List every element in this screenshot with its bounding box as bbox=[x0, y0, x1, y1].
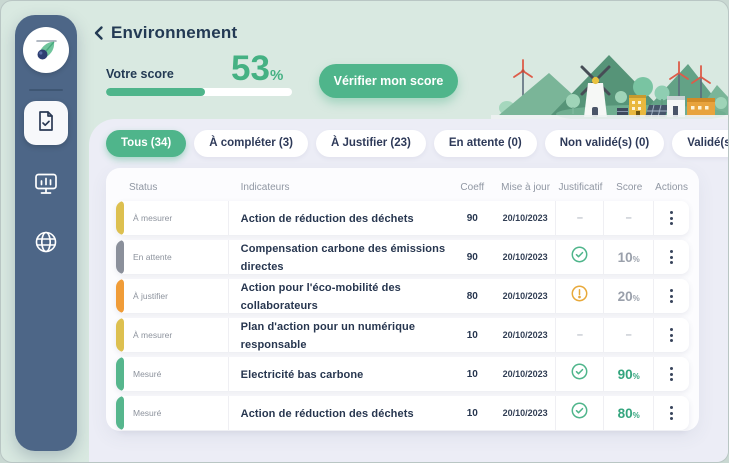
tab-a-justifier[interactable]: À Justifier (23) bbox=[315, 130, 426, 157]
logo-comet-icon bbox=[23, 27, 69, 73]
sidebar bbox=[15, 15, 77, 451]
column-header-score: Score bbox=[616, 182, 643, 193]
sidebar-item-web[interactable] bbox=[24, 227, 68, 261]
score-empty: – bbox=[625, 329, 632, 341]
score-value: 20% bbox=[617, 288, 640, 304]
globe-icon bbox=[33, 229, 59, 260]
status-accent-bar bbox=[116, 357, 124, 391]
app-window: Environnement Votre score 53% Vérifier m… bbox=[0, 0, 729, 463]
tab-non-valides[interactable]: Non validé(s) (0) bbox=[544, 130, 665, 157]
status-accent-bar bbox=[116, 318, 124, 352]
column-header-status: Status bbox=[129, 182, 158, 193]
kebab-menu-icon[interactable] bbox=[664, 246, 679, 268]
status-badge: En attente bbox=[133, 252, 172, 262]
indicator-label: Action pour l'éco-mobilité des collabora… bbox=[240, 282, 401, 312]
tab-en-attente[interactable]: En attente (0) bbox=[433, 130, 537, 157]
document-check-icon bbox=[34, 109, 58, 138]
updated-date: 20/10/2023 bbox=[502, 291, 548, 301]
indicator-label: Action de réduction des déchets bbox=[240, 408, 414, 420]
warning-circle-icon bbox=[571, 285, 588, 307]
table-row: À mesurer Action de réduction des déchet… bbox=[116, 201, 689, 235]
kebab-menu-icon[interactable] bbox=[664, 324, 679, 346]
back-button[interactable] bbox=[91, 25, 109, 43]
kebab-menu-icon[interactable] bbox=[664, 285, 679, 307]
column-header-justificatif: Justificatif bbox=[558, 182, 603, 193]
table-row: Mesuré Electricité bas carbone 10 20/10/… bbox=[116, 357, 689, 391]
indicators-table: Status Indicateurs Coeff Mise à jour Jus… bbox=[106, 168, 699, 431]
status-badge: À mesurer bbox=[133, 330, 173, 340]
status-accent-bar bbox=[116, 396, 124, 430]
coeff-value: 90 bbox=[466, 251, 478, 263]
updated-date: 20/10/2023 bbox=[502, 213, 548, 223]
score-value: 10% bbox=[617, 249, 640, 265]
status-accent-bar bbox=[116, 201, 124, 235]
indicator-label: Plan d'action pour un numérique responsa… bbox=[240, 321, 416, 351]
kebab-menu-icon[interactable] bbox=[664, 207, 679, 229]
table-row: À justifier Action pour l'éco-mobilité d… bbox=[116, 279, 689, 313]
table-row: À mesurer Plan d'action pour un numériqu… bbox=[116, 318, 689, 352]
check-circle-icon bbox=[571, 363, 588, 385]
table-rows: À mesurer Action de réduction des déchet… bbox=[106, 201, 699, 430]
indicator-label: Electricité bas carbone bbox=[240, 369, 364, 381]
column-header-coeff: Coeff bbox=[460, 182, 485, 193]
chevron-left-icon bbox=[91, 26, 107, 45]
monitor-chart-icon bbox=[33, 171, 59, 202]
filter-tabs: Tous (34) À compléter (3) À Justifier (2… bbox=[106, 130, 728, 157]
score-unit: % bbox=[269, 67, 284, 84]
status-badge: Mesuré bbox=[133, 408, 162, 418]
status-accent-bar bbox=[116, 279, 124, 313]
sidebar-divider bbox=[29, 89, 63, 91]
status-badge: Mesuré bbox=[133, 369, 162, 379]
verify-score-button[interactable]: Vérifier mon score bbox=[319, 64, 458, 98]
column-header-actions: Actions bbox=[655, 182, 688, 193]
landscape-illustration bbox=[491, 55, 728, 123]
indicator-label: Action de réduction des déchets bbox=[240, 213, 414, 225]
status-badge: À mesurer bbox=[133, 213, 173, 223]
coeff-value: 10 bbox=[466, 368, 478, 380]
tab-a-completer[interactable]: À compléter (3) bbox=[194, 130, 308, 157]
kebab-menu-icon[interactable] bbox=[664, 402, 679, 424]
score-label: Votre score bbox=[106, 67, 174, 81]
status-accent-bar bbox=[116, 240, 124, 274]
score-value: 90% bbox=[617, 366, 640, 382]
coeff-value: 10 bbox=[466, 329, 478, 341]
table-header: Status Indicateurs Coeff Mise à jour Jus… bbox=[106, 168, 699, 201]
check-circle-icon bbox=[571, 402, 588, 424]
updated-date: 20/10/2023 bbox=[502, 408, 548, 418]
updated-date: 20/10/2023 bbox=[502, 252, 548, 262]
sidebar-item-dashboard[interactable] bbox=[24, 169, 68, 203]
indicator-label: Compensation carbone des émissions direc… bbox=[240, 243, 446, 273]
tab-tous[interactable]: Tous (34) bbox=[106, 130, 187, 157]
score-value: 80% bbox=[617, 405, 640, 421]
status-badge: À justifier bbox=[133, 291, 168, 301]
justificatif-empty: – bbox=[576, 212, 583, 224]
updated-date: 20/10/2023 bbox=[502, 330, 548, 340]
updated-date: 20/10/2023 bbox=[502, 369, 548, 379]
justificatif-empty: – bbox=[576, 329, 583, 341]
sidebar-item-indicators[interactable] bbox=[24, 101, 68, 145]
table-row: En attente Compensation carbone des émis… bbox=[116, 240, 689, 274]
check-circle-icon bbox=[571, 246, 588, 268]
coeff-value: 90 bbox=[466, 212, 478, 224]
coeff-value: 80 bbox=[466, 290, 478, 302]
score-value: 53% bbox=[231, 49, 284, 88]
tab-valides[interactable]: Validé(s) (0) bbox=[672, 130, 728, 157]
page-title: Environnement bbox=[111, 23, 238, 42]
coeff-value: 10 bbox=[466, 407, 478, 419]
kebab-menu-icon[interactable] bbox=[664, 363, 679, 385]
column-header-mise-a-jour: Mise à jour bbox=[501, 182, 551, 193]
table-row: Mesuré Action de réduction des déchets 1… bbox=[116, 396, 689, 430]
score-progress-fill bbox=[106, 88, 205, 96]
column-header-indicateurs: Indicateurs bbox=[240, 182, 290, 193]
score-progress-track bbox=[106, 88, 292, 96]
score-empty: – bbox=[625, 212, 632, 224]
